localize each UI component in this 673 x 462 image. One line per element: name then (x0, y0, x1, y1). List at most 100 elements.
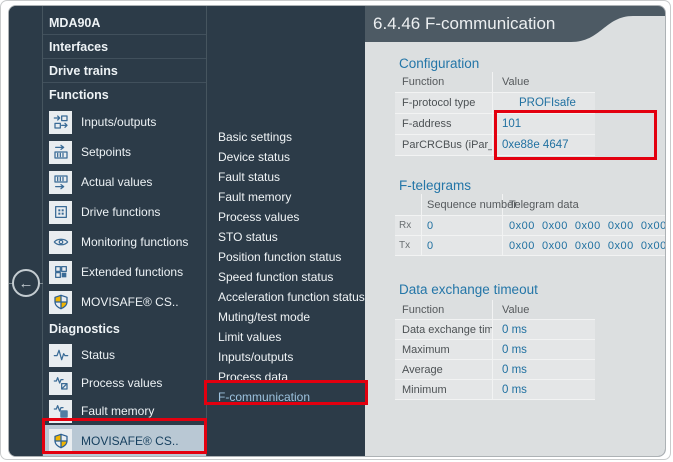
movisafe-shield-icon (49, 291, 72, 314)
sidebar-item-label: Process values (81, 376, 162, 390)
rx-sequence-number: 0 (421, 216, 503, 235)
inputs-outputs-icon (49, 111, 72, 134)
row-label-tx: Tx (395, 236, 421, 255)
sidebar-item-label: Monitoring functions (81, 235, 188, 249)
f-telegrams-section-header: F-telegrams (399, 178, 471, 193)
column-header-sequence-number: Sequence number (421, 194, 503, 215)
sidebar-item-movisafe-diagnostics[interactable]: MOVISAFE® CS.. (43, 425, 206, 456)
submenu-item-basic-settings[interactable]: Basic settings (207, 127, 365, 147)
f-protocol-type-value[interactable]: PROFIsafe (493, 93, 595, 113)
submenu-item-speed-function-status[interactable]: Speed function status (207, 267, 365, 287)
sidebar-group-diagnostics: Diagnostics (43, 317, 206, 341)
table-row: ParCRCBus (iPar_CRC) 0xe88e 4647 (395, 135, 595, 156)
submenu-item-fault-status[interactable]: Fault status (207, 167, 365, 187)
row-label-rx: Rx (395, 216, 421, 235)
submenu-item-process-data[interactable]: Process data (207, 367, 365, 387)
sidebar: MDA90A Interfaces Drive trains Functions… (42, 6, 207, 456)
table-row: Rx 0 0x00 0x00 0x00 0x00 0x00 0x00 (395, 216, 665, 236)
column-header-value: Value (493, 72, 595, 92)
sidebar-item-monitoring-functions[interactable]: Monitoring functions (43, 227, 206, 257)
submenu-item-sto-status[interactable]: STO status (207, 227, 365, 247)
row-label: Minimum (395, 380, 493, 399)
back-arrow-icon: ← (19, 276, 34, 291)
content-panel: 6.4.46 F-communication Configuration Fun… (365, 6, 665, 456)
parcrcbus-value[interactable]: 0xe88e 4647 (493, 135, 595, 155)
submenu-item-fault-memory[interactable]: Fault memory (207, 187, 365, 207)
app-window: ← MDA90A Interfaces Drive trains Functio… (8, 5, 666, 457)
submenu-item-acceleration-function-status[interactable]: Acceleration function status (207, 287, 365, 307)
submenu-item-device-status[interactable]: Device status (207, 147, 365, 167)
sidebar-item-label: Actual values (81, 175, 152, 189)
row-label: Data exchange timeout (395, 320, 493, 339)
extended-functions-icon (49, 261, 72, 284)
column-header-function: Function (395, 300, 493, 319)
minimum-value: 0 ms (493, 380, 595, 399)
table-row: F-protocol type PROFIsafe (395, 93, 595, 114)
submenu-item-limit-values[interactable]: Limit values (207, 327, 365, 347)
table-row: F-address 101 (395, 114, 595, 135)
rx-telegram-data: 0x00 0x00 0x00 0x00 0x00 0x00 (503, 216, 665, 235)
average-value: 0 ms (493, 360, 595, 379)
sidebar-group-functions: Functions (43, 83, 206, 107)
fault-memory-icon (49, 400, 72, 423)
column-header-telegram-data: Telegram data (503, 194, 665, 215)
status-icon (49, 344, 72, 367)
monitoring-functions-icon (49, 231, 72, 254)
data-exchange-timeout-table: Function Value Data exchange timeout 0 m… (395, 300, 595, 400)
sidebar-item-setpoints[interactable]: Setpoints (43, 137, 206, 167)
sidebar-item-movisafe-functions[interactable]: MOVISAFE® CS.. (43, 287, 206, 317)
data-exchange-timeout-value: 0 ms (493, 320, 595, 339)
table-row: Minimum 0 ms (395, 380, 595, 400)
sidebar-item-fault-memory[interactable]: Fault memory (43, 397, 206, 425)
column-header-blank (395, 194, 421, 215)
actual-values-icon (49, 171, 72, 194)
sidebar-item-actual-values[interactable]: Actual values (43, 167, 206, 197)
sidebar-item-process-values[interactable]: Process values (43, 369, 206, 397)
table-header-row: Function Value (395, 300, 595, 320)
f-telegrams-table: Sequence number Telegram data Rx 0 0x00 … (395, 194, 665, 256)
sidebar-item-inputs-outputs[interactable]: Inputs/outputs (43, 107, 206, 137)
table-row: Average 0 ms (395, 360, 595, 380)
row-label: ParCRCBus (iPar_CRC) (395, 135, 493, 155)
row-label: F-protocol type (395, 93, 493, 113)
left-rail: ← (9, 6, 42, 456)
row-label: F-address (395, 114, 493, 134)
sidebar-item-drive-functions[interactable]: Drive functions (43, 197, 206, 227)
column-header-value: Value (493, 300, 595, 319)
submenu-item-process-values[interactable]: Process values (207, 207, 365, 227)
table-header-row: Function Value (395, 72, 595, 93)
drive-functions-icon (49, 201, 72, 224)
sidebar-item-label: MOVISAFE® CS.. (81, 434, 179, 448)
sidebar-item-label: Fault memory (81, 404, 154, 418)
data-exchange-timeout-section-header: Data exchange timeout (399, 282, 538, 297)
submenu-item-position-function-status[interactable]: Position function status (207, 247, 365, 267)
process-values-icon (49, 372, 72, 395)
setpoints-icon (49, 141, 72, 164)
sidebar-item-interfaces[interactable]: Interfaces (43, 35, 206, 59)
table-header-row: Sequence number Telegram data (395, 194, 665, 216)
sidebar-item-extended-functions[interactable]: Extended functions (43, 257, 206, 287)
tx-sequence-number: 0 (421, 236, 503, 255)
sidebar-item-label: Extended functions (81, 265, 183, 279)
configuration-section-header: Configuration (399, 56, 479, 71)
submenu-item-muting-test-mode[interactable]: Muting/test mode (207, 307, 365, 327)
sidebar-item-drive-trains[interactable]: Drive trains (43, 59, 206, 83)
submenu: Basic settings Device status Fault statu… (207, 6, 365, 456)
sidebar-item-label: Drive functions (81, 205, 160, 219)
f-address-value[interactable]: 101 (493, 114, 595, 134)
sidebar-item-mda90a[interactable]: MDA90A (43, 11, 206, 35)
page-title: 6.4.46 F-communication (373, 6, 555, 42)
sidebar-item-label: Status (81, 348, 115, 362)
submenu-item-inputs-outputs[interactable]: Inputs/outputs (207, 347, 365, 367)
column-header-function: Function (395, 72, 493, 92)
back-button[interactable]: ← (12, 269, 40, 297)
table-row: Tx 0 0x00 0x00 0x00 0x00 0x00 0x00 (395, 236, 665, 256)
tx-telegram-data: 0x00 0x00 0x00 0x00 0x00 0x00 (503, 236, 665, 255)
sidebar-item-status[interactable]: Status (43, 341, 206, 369)
maximum-value: 0 ms (493, 340, 595, 359)
sidebar-item-label: Setpoints (81, 145, 131, 159)
submenu-item-f-communication[interactable]: F-communication (207, 387, 365, 407)
row-label: Average (395, 360, 493, 379)
configuration-table: Function Value F-protocol type PROFIsafe… (395, 72, 595, 156)
movisafe-shield-icon (49, 429, 72, 452)
